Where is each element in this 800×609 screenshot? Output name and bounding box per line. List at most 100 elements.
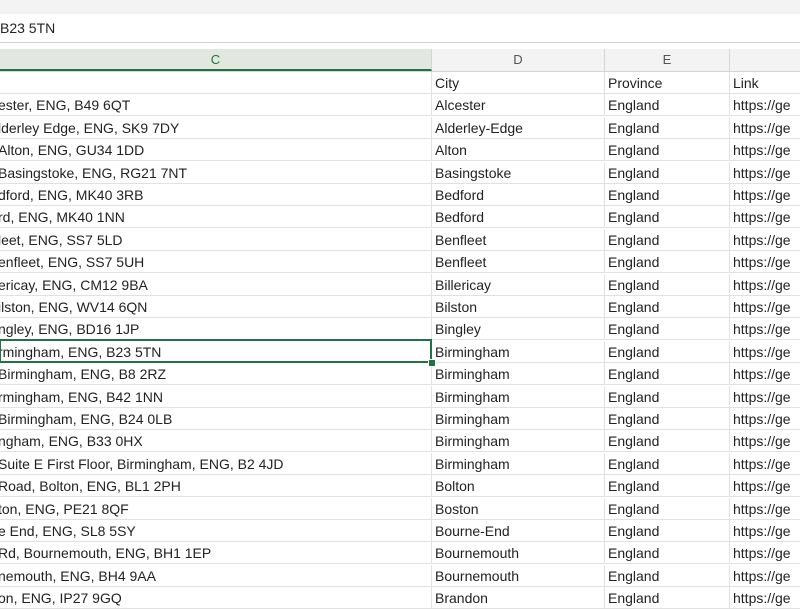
cell-d[interactable]: Bedford [432, 206, 605, 229]
cell-c[interactable]: Birmingham, ENG, B8 2RZ [0, 363, 432, 386]
cell-c[interactable]: Rd, Bournemouth, ENG, BH1 1EP [0, 542, 432, 565]
cell-d[interactable]: Billericay [432, 273, 605, 296]
cell-f[interactable]: https://ge [730, 184, 800, 206]
cell-c[interactable]: enfleet, ENG, SS7 5UH [0, 251, 432, 274]
cell-c[interactable]: ngham, ENG, B33 0HX [0, 430, 432, 453]
cell-f[interactable]: https://ge [730, 475, 800, 497]
column-header-f[interactable] [730, 49, 800, 71]
cell-e[interactable]: England [605, 228, 730, 251]
column-header-d[interactable]: D [432, 49, 605, 71]
cell-f[interactable]: https://ge [730, 139, 800, 161]
cell-c[interactable]: Road, Bolton, ENG, BL1 2PH [0, 475, 432, 498]
cell-e[interactable]: England [605, 564, 730, 587]
formula-bar[interactable]: B23 5TN [0, 14, 800, 43]
cell-e[interactable]: England [605, 430, 730, 453]
cell-d[interactable]: Boston [432, 497, 605, 520]
cell-c[interactable]: ton, ENG, PE21 8QF [0, 497, 432, 520]
cell-c[interactable]: nemouth, ENG, BH4 9AA [0, 564, 432, 587]
cell-f[interactable]: Link [730, 72, 800, 94]
cell-e[interactable]: England [605, 116, 730, 139]
cell-f[interactable]: https://ge [730, 206, 800, 228]
cell-c[interactable]: rd, ENG, MK40 1NN [0, 206, 432, 229]
cell-f[interactable]: https://ge [730, 520, 800, 542]
cell-f[interactable]: https://ge [730, 587, 800, 609]
cell-d[interactable]: Bingley [432, 318, 605, 341]
cell-c[interactable]: e End, ENG, SL8 5SY [0, 520, 432, 542]
cell-f[interactable]: https://ge [730, 296, 800, 318]
cell-e[interactable]: England [605, 497, 730, 520]
cell-c[interactable]: Birmingham, ENG, B24 0LB [0, 408, 432, 430]
cell-d[interactable]: Bedford [432, 184, 605, 206]
cell-c[interactable]: Basingstoke, ENG, RG21 7NT [0, 161, 432, 184]
cell-c[interactable] [0, 72, 432, 94]
cell-d[interactable]: Benfleet [432, 251, 605, 274]
cell-f[interactable]: https://ge [730, 162, 800, 184]
cell-f[interactable]: https://ge [730, 229, 800, 251]
cell-e[interactable]: England [605, 520, 730, 542]
cell-d[interactable]: Brandon [432, 587, 605, 609]
cell-d[interactable]: Benfleet [432, 228, 605, 251]
cell-f[interactable]: https://ge [730, 565, 800, 587]
cell-d[interactable]: Birmingham [432, 408, 605, 430]
fill-handle[interactable] [428, 359, 436, 367]
cell-e[interactable]: England [605, 542, 730, 565]
cell-f[interactable]: https://ge [730, 386, 800, 408]
cell-c[interactable]: ericay, ENG, CM12 9BA [0, 273, 432, 296]
column-header-e[interactable]: E [605, 49, 730, 71]
cell-f[interactable]: https://ge [730, 363, 800, 385]
cell-f[interactable]: https://ge [730, 430, 800, 452]
cell-e[interactable]: England [605, 139, 730, 162]
cell-c[interactable]: Alton, ENG, GU34 1DD [0, 139, 432, 162]
cell-e[interactable]: England [605, 273, 730, 296]
cell-d[interactable]: Bournemouth [432, 564, 605, 587]
cell-e[interactable]: England [605, 251, 730, 274]
cell-f[interactable]: https://ge [730, 117, 800, 139]
cell-d[interactable]: Bolton [432, 475, 605, 498]
cell-e[interactable]: England [605, 296, 730, 318]
cell-d[interactable]: Alderley-Edge [432, 116, 605, 139]
cell-f[interactable]: https://ge [730, 542, 800, 564]
cell-d[interactable]: City [432, 72, 605, 94]
cell-f[interactable]: https://ge [730, 408, 800, 430]
cell-d[interactable]: Alcester [432, 94, 605, 117]
cell-d[interactable]: Bilston [432, 296, 605, 318]
cell-e[interactable]: England [605, 408, 730, 430]
cell-e[interactable]: England [605, 94, 730, 117]
cell-c[interactable]: leet, ENG, SS7 5LD [0, 228, 432, 251]
cell-e[interactable]: England [605, 340, 730, 363]
cell-e[interactable]: England [605, 206, 730, 229]
cell-e[interactable]: England [605, 363, 730, 386]
cell-d[interactable]: Basingstoke [432, 161, 605, 184]
cell-f[interactable]: https://ge [730, 318, 800, 340]
cell-f[interactable]: https://ge [730, 251, 800, 273]
cell-d[interactable]: Birmingham [432, 363, 605, 386]
cell-c[interactable]: on, ENG, IP27 9GQ [0, 587, 432, 609]
cell-e[interactable]: England [605, 318, 730, 341]
cell-c[interactable]: ngley, ENG, BD16 1JP [0, 318, 432, 341]
cell-d[interactable]: Birmingham [432, 452, 605, 475]
cell-d[interactable]: Alton [432, 139, 605, 162]
cell-c[interactable]: dford, ENG, MK40 3RB [0, 184, 432, 206]
cell-f[interactable]: https://ge [730, 453, 800, 475]
cell-e[interactable]: England [605, 161, 730, 184]
cell-d[interactable]: Bourne-End [432, 520, 605, 542]
cell-f[interactable]: https://ge [730, 274, 800, 296]
cell-c[interactable]: ilston, ENG, WV14 6QN [0, 296, 432, 318]
cell-d[interactable]: Birmingham [432, 385, 605, 408]
cell-c[interactable]: rmingham, ENG, B42 1NN [0, 385, 432, 408]
cell-e[interactable]: England [605, 452, 730, 475]
cell-e[interactable]: England [605, 385, 730, 408]
cell-e[interactable]: England [605, 587, 730, 609]
cell-e[interactable]: Province [605, 72, 730, 94]
cell-e[interactable]: England [605, 475, 730, 498]
cell-e[interactable]: England [605, 184, 730, 206]
cell-f[interactable]: https://ge [730, 498, 800, 520]
cell-c[interactable]: ester, ENG, B49 6QT [0, 94, 432, 117]
cell-d[interactable]: Birmingham [432, 340, 605, 363]
cell-f[interactable]: https://ge [730, 341, 800, 363]
cell-f[interactable]: https://ge [730, 94, 800, 116]
cell-c[interactable]: lderley Edge, ENG, SK9 7DY [0, 116, 432, 139]
cell-c[interactable]: rmingham, ENG, B23 5TN [0, 340, 432, 363]
formula-bar-value[interactable]: B23 5TN [0, 20, 55, 36]
cell-d[interactable]: Bournemouth [432, 542, 605, 565]
